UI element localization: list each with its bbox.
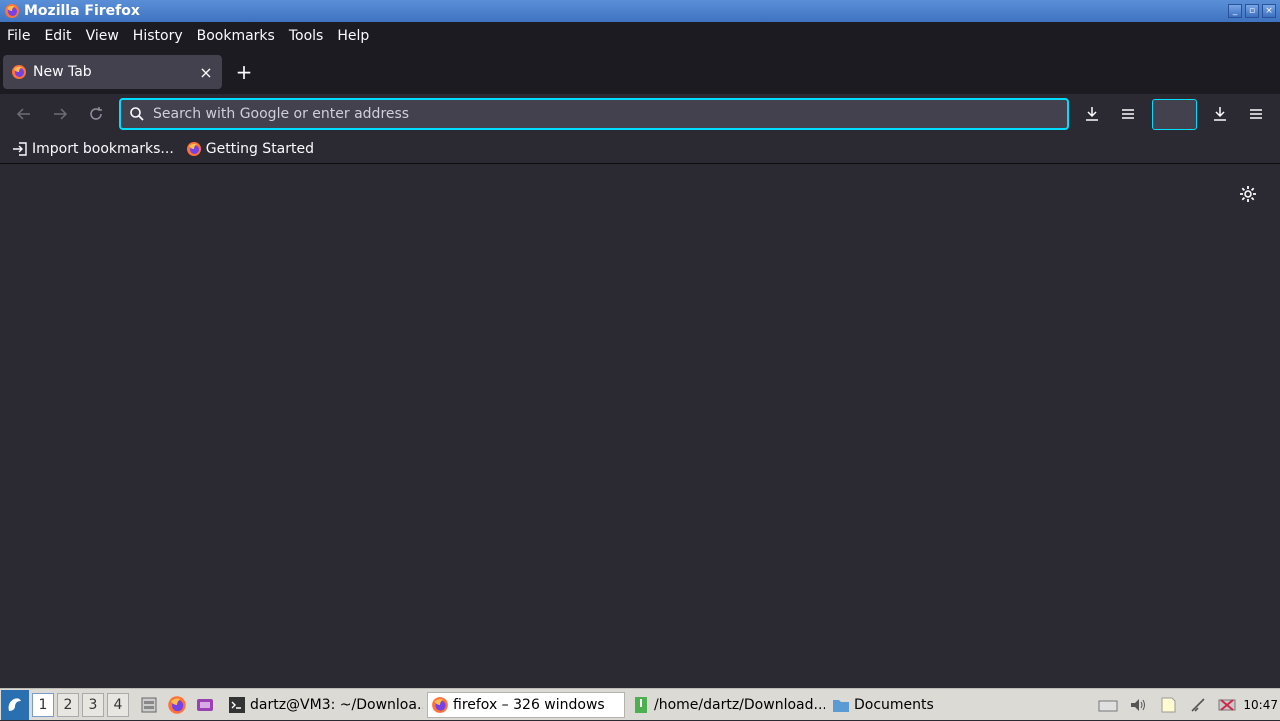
task-label: dartz@VM3: ~/Downloa... [250,696,423,713]
firefox-icon [432,696,448,713]
bookmark-label: Import bookmarks... [32,140,174,157]
bookmark-getting-started[interactable]: Getting Started [186,141,314,157]
download-icon [1214,107,1226,121]
battery-icon[interactable] [1217,694,1239,716]
firefox-icon [5,4,19,18]
back-button[interactable] [12,102,36,126]
menu-help[interactable]: Help [330,28,376,44]
tab-new-tab[interactable]: New Tab × [3,55,222,89]
firefox-icon [186,141,202,157]
overflow-toolbar-item[interactable] [1152,99,1197,130]
menu-bar: File Edit View History Bookmarks Tools H… [0,22,1280,50]
tab-strip: New Tab × + [0,50,1280,94]
import-icon [12,141,28,157]
firefox-launcher[interactable] [165,693,189,717]
taskbar: 1 2 3 4 dartz@VM3: ~/Downloa... firefox … [0,688,1280,720]
workspace-2[interactable]: 2 [57,692,79,717]
reload-button[interactable] [84,102,108,126]
task-label: /home/dartz/Download... [654,696,825,713]
new-tab-page [0,164,1280,688]
clock[interactable]: 10:47 [1243,698,1278,712]
url-bar[interactable] [119,98,1069,130]
close-button[interactable]: × [1262,4,1276,18]
task-label: firefox – 326 windows [453,696,605,713]
menu-button[interactable] [1116,102,1140,126]
close-tab-icon[interactable]: × [194,63,218,82]
forward-button[interactable] [48,102,72,126]
file-manager-launcher[interactable] [137,693,161,717]
system-tray: 10:47 [1089,689,1280,721]
bookmark-label: Getting Started [205,140,315,157]
menu-view[interactable]: View [79,28,126,44]
search-icon [127,104,147,124]
firefox-icon [12,65,26,79]
workspace-3[interactable]: 3 [82,692,104,717]
hamburger-menu-icon [1122,109,1134,119]
file-cabinet-icon [141,697,157,712]
reload-icon [90,107,102,120]
search-input[interactable] [153,106,1033,122]
arrow-left-icon [16,108,30,120]
bookmark-import[interactable]: Import bookmarks... [12,141,174,157]
menu-file[interactable]: File [0,28,37,44]
menu-history[interactable]: History [126,28,190,44]
volume-icon[interactable] [1127,694,1149,716]
task-firefox[interactable]: firefox – 326 windows [427,691,625,718]
arrow-right-icon [54,108,68,120]
media-launcher[interactable] [193,693,217,717]
maximize-button[interactable]: ▫ [1245,4,1259,18]
task-label: Documents [854,696,934,713]
media-player-icon [197,698,213,711]
workspace-1[interactable]: 1 [32,692,54,717]
network-icon[interactable] [1187,694,1209,716]
download-icon [1086,107,1098,121]
downloads-button-secondary[interactable] [1208,102,1232,126]
notes-icon[interactable] [1157,694,1179,716]
distro-logo-icon [8,697,21,711]
downloads-button[interactable] [1080,102,1104,126]
menu-edit[interactable]: Edit [37,28,78,44]
gear-icon[interactable] [1238,184,1258,204]
tab-label: New Tab [33,64,92,80]
start-menu-button[interactable] [1,689,29,720]
menu-bookmarks[interactable]: Bookmarks [190,28,282,44]
workspace-4[interactable]: 4 [107,692,129,717]
folder-icon [833,699,849,712]
task-terminal[interactable]: dartz@VM3: ~/Downloa... [225,692,423,718]
window-title: Mozilla Firefox [24,3,140,19]
terminal-icon [229,696,245,713]
menu-tools[interactable]: Tools [282,28,331,44]
firefox-icon [168,695,186,714]
hamburger-menu-icon [1250,109,1262,119]
minimize-button[interactable]: _ [1228,4,1242,18]
task-documents[interactable]: Documents [829,692,949,718]
new-tab-button[interactable]: + [232,61,256,85]
navigation-toolbar [0,94,1280,134]
bookmarks-toolbar: Import bookmarks... Getting Started [0,134,1280,164]
drive-icon[interactable] [1097,694,1119,716]
menu-button-secondary[interactable] [1244,102,1268,126]
archive-icon [635,696,647,713]
window-titlebar: Mozilla Firefox _ ▫ × [0,0,1280,22]
task-archive[interactable]: /home/dartz/Download... [629,692,825,718]
